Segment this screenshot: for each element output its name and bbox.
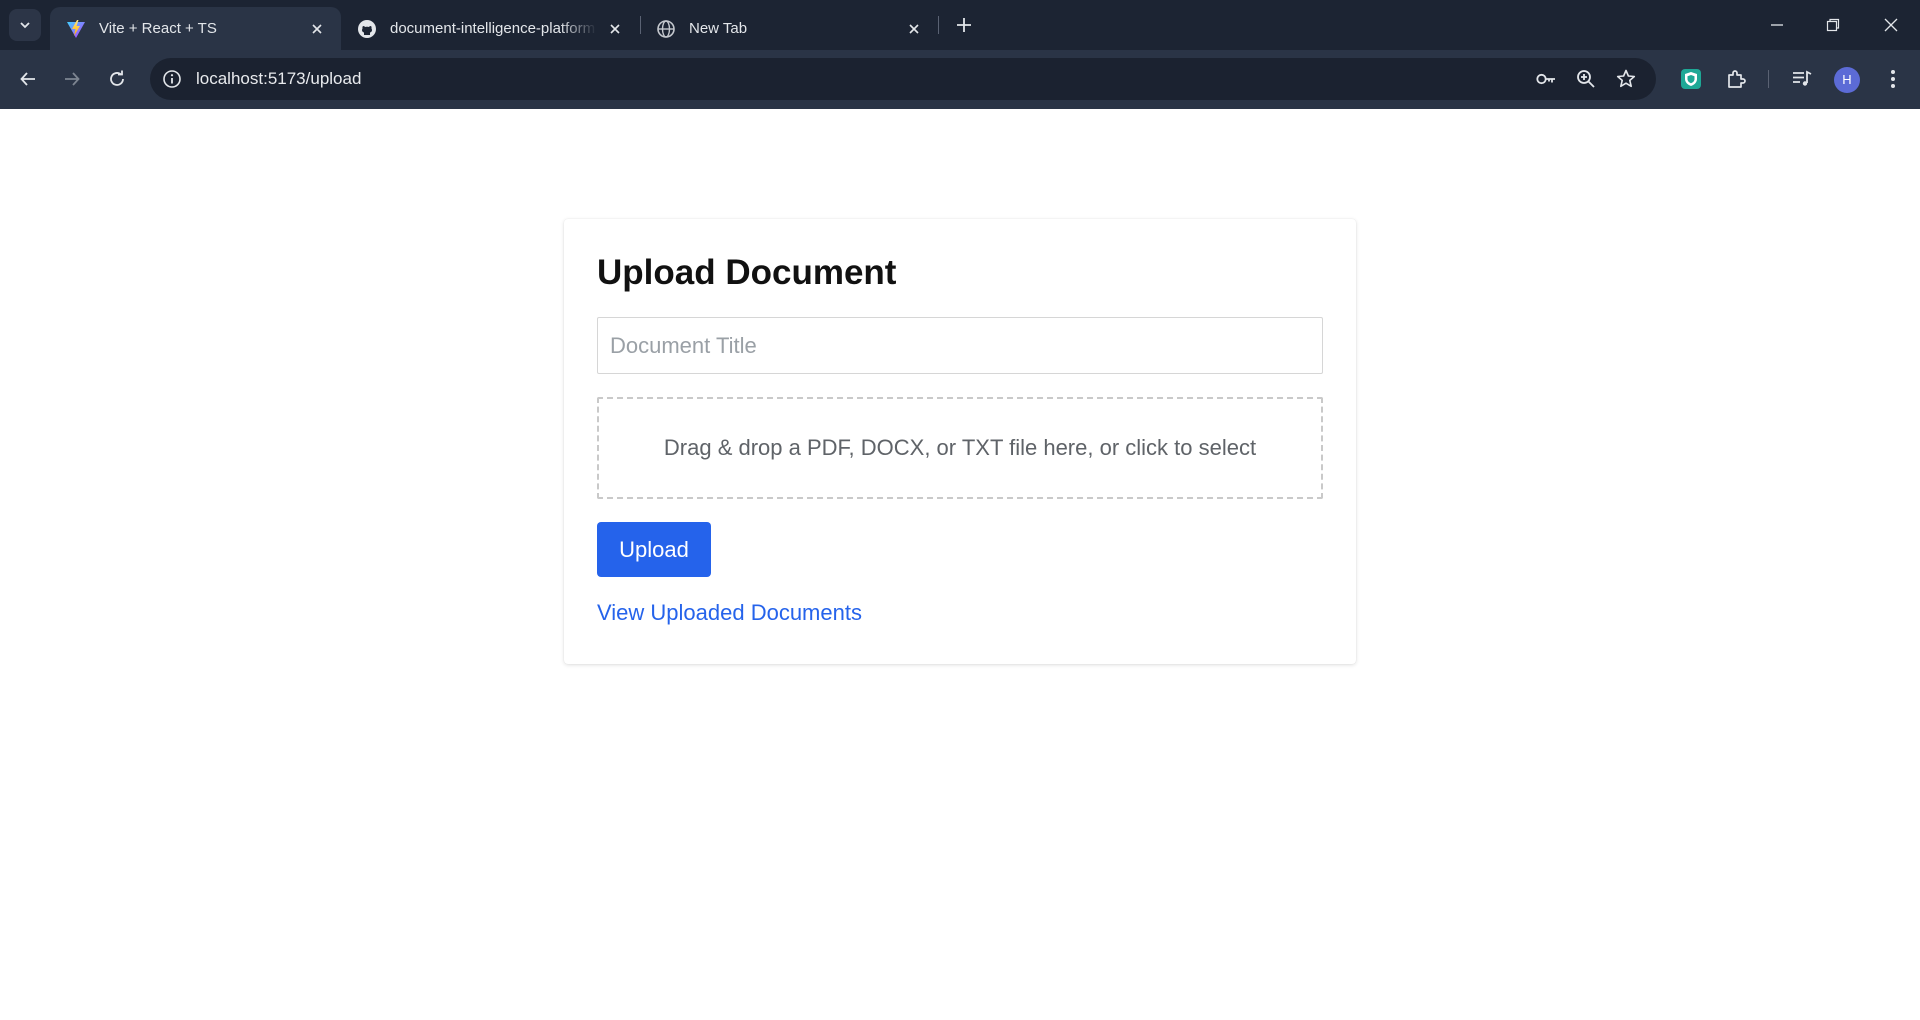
minimize-button[interactable] xyxy=(1762,10,1792,40)
tab-title: document-intelligence-platform xyxy=(390,20,596,37)
document-title-input[interactable] xyxy=(597,317,1323,374)
close-icon[interactable] xyxy=(605,19,625,39)
forward-arrow-icon xyxy=(65,72,80,86)
plus-icon xyxy=(957,18,971,32)
media-playlist-icon[interactable] xyxy=(1787,64,1817,94)
page-title: Upload Document xyxy=(597,253,897,292)
tab-title: Vite + React + TS xyxy=(99,20,217,37)
browser-toolbar: localhost:5173/upload H xyxy=(0,50,1920,109)
restore-icon xyxy=(1826,18,1840,32)
forward-button[interactable] xyxy=(55,62,89,96)
page-content: Upload Document Drag & drop a PDF, DOCX,… xyxy=(0,109,1920,1020)
github-icon xyxy=(357,19,377,39)
browser-chrome: Vite + React + TS document-intelligence-… xyxy=(0,0,1920,109)
file-dropzone[interactable]: Drag & drop a PDF, DOCX, or TXT file her… xyxy=(597,397,1323,499)
tab-github[interactable]: document-intelligence-platform xyxy=(341,7,639,50)
extension-shield-icon[interactable] xyxy=(1676,64,1706,94)
vite-icon xyxy=(66,19,86,39)
globe-icon xyxy=(656,19,676,39)
address-bar[interactable]: localhost:5173/upload xyxy=(150,58,1656,100)
close-icon xyxy=(1884,18,1898,32)
view-uploaded-documents-link[interactable]: View Uploaded Documents xyxy=(597,600,862,626)
url-text[interactable]: localhost:5173/upload xyxy=(196,58,361,100)
upload-card: Upload Document Drag & drop a PDF, DOCX,… xyxy=(564,219,1356,664)
reload-icon xyxy=(110,70,124,86)
bookmark-star-icon[interactable] xyxy=(1614,67,1638,91)
key-icon[interactable] xyxy=(1534,67,1558,91)
site-info-icon[interactable] xyxy=(160,67,184,91)
tab-new-tab[interactable]: New Tab xyxy=(640,7,938,50)
upload-button[interactable]: Upload xyxy=(597,522,711,577)
profile-avatar[interactable]: H xyxy=(1834,67,1860,93)
tab-title: New Tab xyxy=(689,20,748,37)
close-icon[interactable] xyxy=(904,19,924,39)
extensions-puzzle-icon[interactable] xyxy=(1721,64,1751,94)
close-icon[interactable] xyxy=(307,19,327,39)
reload-button[interactable] xyxy=(100,62,134,96)
new-tab-button[interactable] xyxy=(950,11,978,39)
back-arrow-icon xyxy=(20,72,35,86)
tab-vite-react[interactable]: Vite + React + TS xyxy=(50,7,341,50)
more-menu-icon[interactable] xyxy=(1878,64,1908,94)
restore-button[interactable] xyxy=(1818,10,1848,40)
tab-search-button[interactable] xyxy=(9,9,41,41)
dropzone-text: Drag & drop a PDF, DOCX, or TXT file her… xyxy=(663,435,1257,460)
tab-strip: Vite + React + TS document-intelligence-… xyxy=(0,0,1920,50)
zoom-icon[interactable] xyxy=(1574,67,1598,91)
back-button[interactable] xyxy=(11,62,45,96)
chevron-down-icon xyxy=(20,22,30,29)
toolbar-separator xyxy=(1768,70,1769,88)
minimize-icon xyxy=(1771,24,1783,26)
tab-separator xyxy=(938,16,939,34)
close-window-button[interactable] xyxy=(1876,10,1906,40)
